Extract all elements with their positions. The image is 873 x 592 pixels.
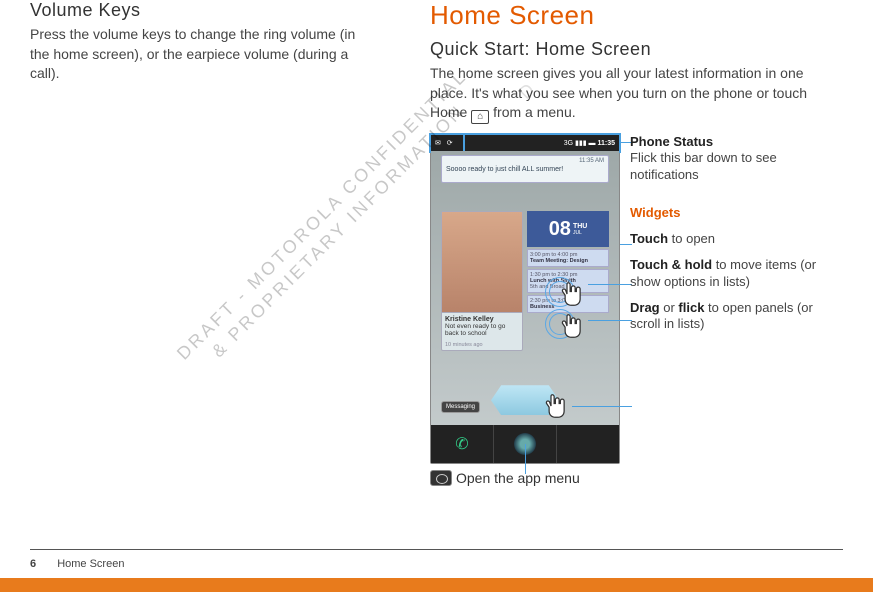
event-label: Business: [530, 304, 606, 310]
phone-button[interactable]: ✆: [431, 425, 494, 463]
bottom-bar: ✆: [431, 425, 619, 463]
home-icon: ⌂: [471, 110, 489, 124]
callout-phone-status: Phone Status Flick this bar down to see …: [630, 134, 830, 183]
calendar-date: 08 THU JUL: [527, 211, 609, 247]
social-widget[interactable]: Soooo ready to just chill ALL summer! 11…: [441, 155, 609, 183]
calendar-event[interactable]: 3:00 pm to 4:00 pm Team Meeting: Design: [527, 249, 609, 267]
status-clock: 11:35: [597, 140, 615, 147]
status-network: 3G: [564, 140, 573, 147]
callout-touch-open: Touch to open: [630, 231, 830, 247]
calendar-widget[interactable]: 08 THU JUL 3:00 pm to 4:00 pm Team Meeti…: [527, 211, 609, 351]
home-screen-heading: Home Screen: [430, 0, 840, 31]
launcher-icon: [514, 433, 536, 455]
right-bottom-button[interactable]: [557, 425, 619, 463]
quick-start-heading: Quick Start: Home Screen: [430, 39, 840, 60]
status-right: 3G ▮▮▮ ▬ 11:35: [564, 139, 615, 147]
callout-bold: Drag: [630, 300, 660, 315]
social-text: Soooo ready to just chill ALL summer!: [446, 166, 604, 173]
page-number: 6: [30, 558, 36, 570]
social-time: 11:35 AM: [579, 158, 604, 164]
volume-keys-body: Press the volume keys to change the ring…: [30, 25, 370, 84]
callout-bold: Touch & hold: [630, 257, 712, 272]
callout-title: Phone Status: [630, 134, 713, 149]
phone-frame: ✉ ⟳ 3G ▮▮▮ ▬ 11:35 Soooo ready to just c…: [430, 134, 620, 464]
status-left-icons: ✉ ⟳: [435, 139, 455, 147]
volume-keys-heading: Volume Keys: [30, 0, 370, 21]
date-num: 08: [549, 218, 571, 241]
launcher-icon: [430, 470, 452, 486]
callout-body: Flick this bar down to see notifications: [630, 150, 777, 181]
callout-drag-flick: Drag or flick to open panels (or scroll …: [630, 300, 830, 333]
callout-title: Widgets: [630, 205, 680, 220]
event-loc: 5th and Broad: [530, 284, 606, 290]
footer-rule: [30, 549, 843, 550]
friend-name: Kristine Kelley: [445, 316, 519, 323]
status-battery-icon: ▬: [589, 140, 596, 147]
messaging-shortcut[interactable]: Messaging: [441, 401, 480, 413]
footer-section: Home Screen: [57, 558, 124, 570]
callout-bold: Touch: [630, 231, 668, 246]
app-menu-caption: Open the app menu: [430, 470, 580, 486]
date-month: JUL: [573, 230, 587, 236]
callout-widgets: Widgets: [630, 205, 830, 221]
app-launcher-button[interactable]: [494, 425, 557, 463]
status-signal-icon: ▮▮▮: [575, 140, 587, 147]
friend-ago: 10 minutes ago: [442, 340, 522, 350]
home-screen-body: The home screen gives you all your lates…: [430, 64, 840, 124]
app-menu-text: Open the app menu: [456, 470, 580, 486]
calendar-event[interactable]: 2:30 pm to 3:00 pm Business: [527, 295, 609, 313]
friend-widget[interactable]: Kristine Kelley Not even ready to go bac…: [441, 211, 523, 351]
friend-status: Not even ready to go back to school: [445, 323, 519, 337]
event-label: Team Meeting: Design: [530, 258, 606, 264]
footer: 6 Home Screen: [30, 558, 124, 570]
footer-orange-bar: [0, 578, 873, 592]
status-bar[interactable]: ✉ ⟳ 3G ▮▮▮ ▬ 11:35: [431, 135, 619, 151]
callout-text: to open: [668, 231, 715, 246]
body-part-b: from a menu.: [493, 104, 575, 120]
friend-photo: [442, 212, 522, 313]
date-day: THU: [573, 223, 587, 230]
callout-touch-hold: Touch & hold to move items (or show opti…: [630, 257, 830, 290]
calendar-event[interactable]: 1:30 pm to 2:30 pm Lunch with Smith 5th …: [527, 269, 609, 293]
panel-pager[interactable]: [491, 385, 559, 415]
phone-mockup: ✉ ⟳ 3G ▮▮▮ ▬ 11:35 Soooo ready to just c…: [430, 134, 840, 514]
callout-bold: flick: [678, 300, 704, 315]
callout-text: or: [660, 300, 679, 315]
home-screen-body[interactable]: Soooo ready to just chill ALL summer! 11…: [431, 151, 619, 463]
